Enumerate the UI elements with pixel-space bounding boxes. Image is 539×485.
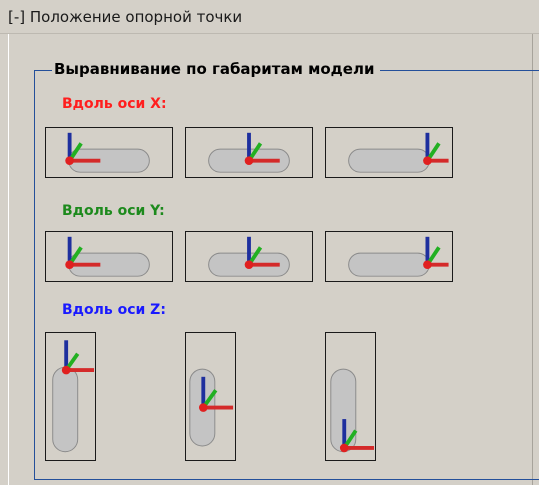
y-align-end-button[interactable]	[325, 231, 453, 282]
y-align-end-icon	[348, 236, 449, 277]
x-align-start-icon	[65, 132, 150, 173]
x-align-start-button[interactable]	[45, 127, 173, 178]
x-align-center-button[interactable]	[185, 127, 313, 178]
z-align-bottom-button[interactable]	[325, 332, 376, 461]
y-align-start-icon	[65, 236, 150, 277]
x-axis-label: Вдоль оси X:	[62, 96, 167, 112]
y-align-start-button[interactable]	[45, 231, 173, 282]
x-align-end-button[interactable]	[325, 127, 453, 178]
z-align-top-button[interactable]	[45, 332, 96, 461]
panel-title[interactable]: [-] Положение опорной точки	[8, 8, 242, 26]
z-align-bottom-icon	[330, 368, 375, 453]
z-align-top-icon	[52, 340, 95, 453]
y-align-center-button[interactable]	[185, 231, 313, 282]
z-align-middle-icon	[189, 368, 234, 447]
z-align-middle-button[interactable]	[185, 332, 236, 461]
panel-header[interactable]: [-] Положение опорной точки	[0, 0, 539, 34]
x-align-end-icon	[348, 132, 449, 173]
x-align-center-icon	[208, 132, 290, 173]
z-axis-label: Вдоль оси Z:	[62, 302, 166, 318]
groupbox-title: Выравнивание по габаритам модели	[52, 60, 381, 78]
y-axis-label: Вдоль оси Y:	[62, 203, 165, 219]
y-align-center-icon	[208, 236, 290, 277]
